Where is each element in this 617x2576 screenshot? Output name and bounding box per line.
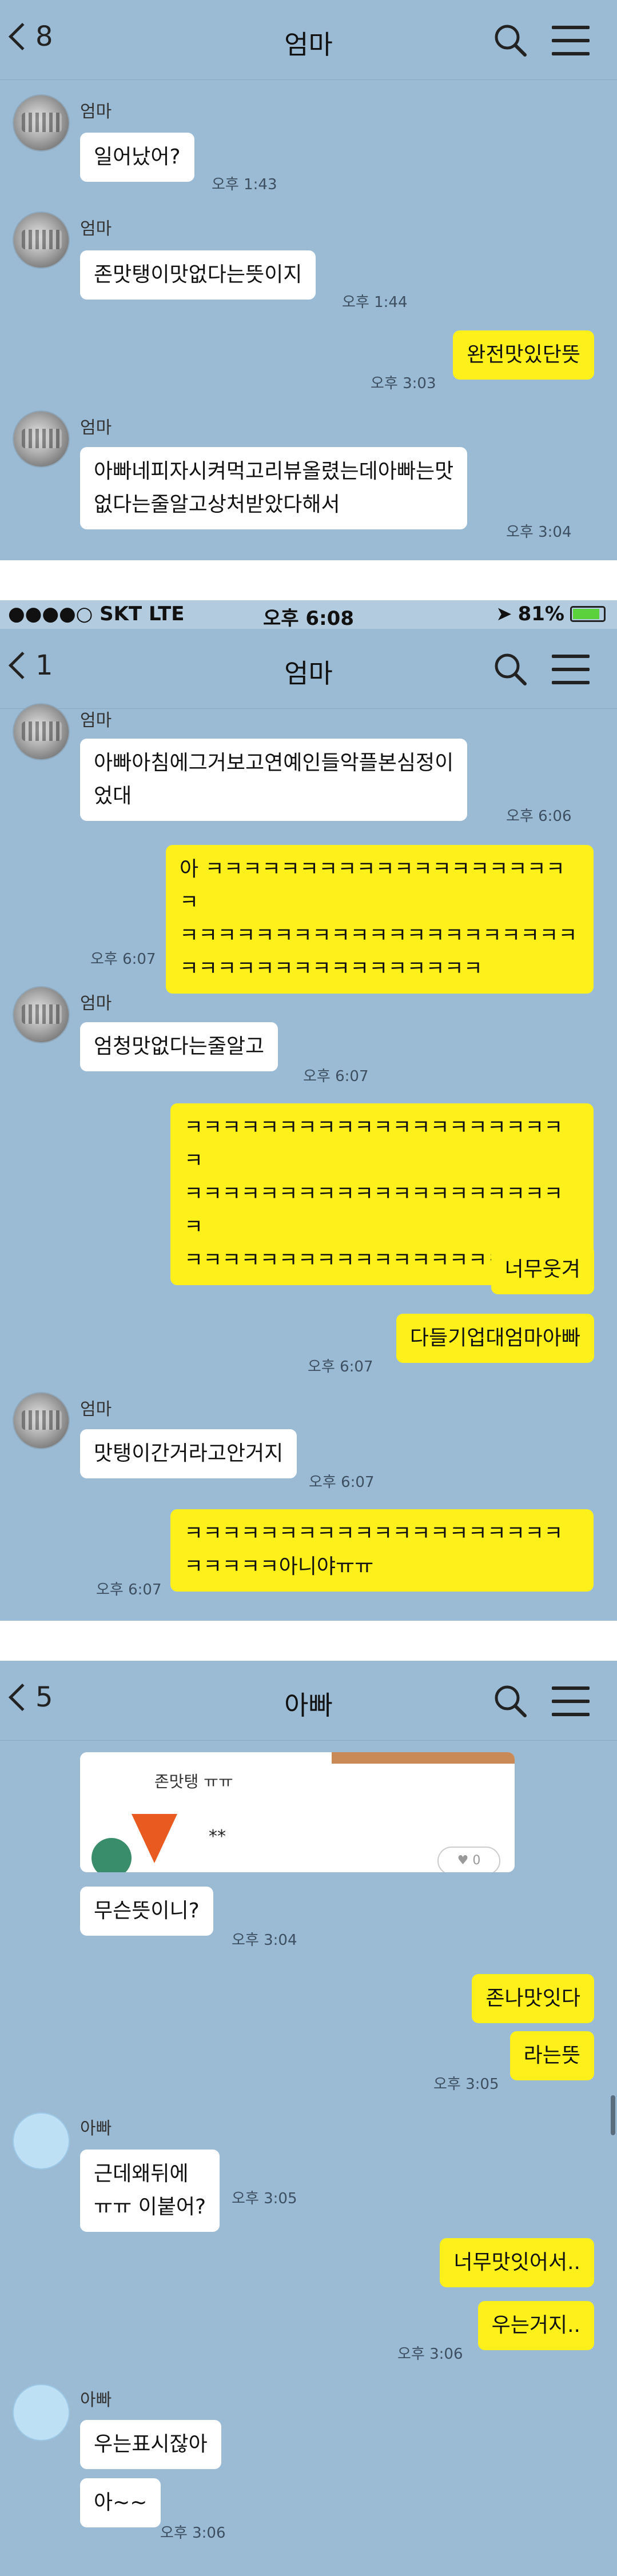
menu-icon[interactable] [552, 26, 590, 58]
search-icon[interactable] [493, 1684, 527, 1718]
incoming-message[interactable]: 아빠네피자시켜먹고리뷰올렸는데아빠는맛 없다는줄알고상처받았다해서 [80, 447, 468, 529]
sender-name: 엄마 [80, 219, 112, 239]
message-time: 오후 3:05 [433, 2076, 499, 2093]
status-bar: ●●●●○ SKT LTE 오후 6:08 ➤ 81% [0, 600, 617, 630]
battery-percent: 81% [518, 603, 564, 625]
search-icon[interactable] [493, 23, 527, 57]
sender-name: 아빠 [80, 2119, 112, 2139]
message-time: 오후 6:07 [308, 1358, 373, 1375]
chat-header: 5 아빠 [0, 1661, 617, 1741]
incoming-message[interactable]: 근데왜뒤에 ㅠㅠ 이붙어? [80, 2150, 220, 2232]
incoming-message[interactable]: 무슨뜻이니? [80, 1887, 213, 1936]
outgoing-message[interactable]: 완전맛있단뜻 [453, 330, 594, 380]
avatar[interactable] [13, 703, 70, 760]
outgoing-message[interactable]: 존나맛잇다 [472, 1974, 594, 2023]
message-time: 오후 3:04 [232, 1932, 297, 1949]
avatar[interactable] [13, 212, 70, 269]
chat-screen-dad: 5 아빠 존맛탱 ㅠㅠ ** ♥ 0 무슨뜻이니? 오후 3:04 존나맛잇다 … [0, 1661, 617, 2576]
message-time: 오후 1:44 [342, 294, 408, 311]
message-time: 오후 3:06 [397, 2346, 463, 2363]
outgoing-message[interactable]: 다들기업대엄마아빠 [396, 1314, 594, 1363]
outgoing-message[interactable]: 너무웃겨 [491, 1245, 594, 1294]
incoming-message[interactable]: 엄청맛없다는줄알고 [80, 1022, 278, 1071]
review-stars: ** [209, 1827, 226, 1847]
incoming-message[interactable]: 맛탱이간거라고안거지 [80, 1429, 297, 1478]
avatar[interactable] [13, 94, 70, 151]
avatar[interactable] [13, 1392, 70, 1449]
incoming-message[interactable]: 우는표시잖아 [80, 2420, 221, 2469]
incoming-message[interactable]: 아빠아침에그거보고연예인들악플본심정이 었대 [80, 739, 468, 821]
incoming-message[interactable]: 아~~ [80, 2478, 161, 2527]
menu-icon[interactable] [552, 655, 590, 687]
chat-header: 8 엄마 [0, 0, 617, 80]
sender-name: 엄마 [80, 418, 112, 438]
scrollbar[interactable] [611, 2095, 615, 2135]
outgoing-message[interactable]: 라는뜻 [509, 2031, 594, 2080]
battery-status: ➤ 81% [496, 603, 606, 625]
reviewer-avatar [91, 1838, 132, 1872]
location-icon: ➤ [496, 603, 512, 625]
avatar[interactable] [13, 986, 70, 1043]
message-time: 오후 3:05 [232, 2190, 297, 2207]
message-time: 오후 1:43 [212, 176, 277, 193]
sender-name: 엄마 [80, 1399, 112, 1419]
pizza-photo-strip [332, 1752, 515, 1764]
incoming-message[interactable]: 존맛탱이맛없다는뜻이지 [80, 250, 316, 300]
battery-icon [570, 606, 606, 622]
message-time: 오후 3:03 [371, 375, 436, 392]
avatar[interactable] [13, 2384, 70, 2441]
sender-name: 엄마 [80, 994, 112, 1014]
outgoing-message[interactable]: ㅋㅋㅋㅋㅋㅋㅋㅋㅋㅋㅋㅋㅋㅋㅋㅋㅋㅋㅋㅋ ㅋㅋㅋㅋㅋ아니야ㅠㅠ [170, 1509, 594, 1592]
message-time: 오후 6:06 [506, 808, 572, 825]
outgoing-message[interactable]: 우는거지.. [477, 2301, 594, 2350]
message-time: 오후 6:07 [303, 1068, 369, 1085]
pizza-icon [132, 1814, 177, 1863]
chat-header: 1 엄마 [0, 629, 617, 709]
like-count: 0 [472, 1853, 481, 1868]
incoming-message[interactable]: 일어났어? [80, 133, 194, 182]
message-time: 오후 3:04 [506, 524, 572, 541]
outgoing-message[interactable]: 아 ㅋㅋㅋㅋㅋㅋㅋㅋㅋㅋㅋㅋㅋㅋㅋㅋㅋㅋㅋㅋ ㅋㅋㅋㅋㅋㅋㅋㅋㅋㅋㅋㅋㅋㅋㅋㅋㅋ… [166, 845, 594, 994]
chat-screen-mom-1: 8 엄마 엄마 일어났어? 오후 1:43 엄마 존맛탱이맛없다는뜻이지 오후 … [0, 0, 617, 560]
message-time: 오후 6:07 [309, 1474, 375, 1491]
message-time: 오후 3:06 [160, 2525, 226, 2542]
shared-review-image[interactable]: 존맛탱 ㅠㅠ ** ♥ 0 [80, 1752, 515, 1872]
chat-screen-mom-2: ●●●●○ SKT LTE 오후 6:08 ➤ 81% 1 엄마 엄마 아빠아침… [0, 600, 617, 1621]
sender-name: 엄마 [80, 102, 112, 122]
message-time: 오후 6:07 [96, 1581, 162, 1598]
sender-name: 아빠 [80, 2390, 112, 2410]
menu-icon[interactable] [552, 1686, 590, 1718]
message-time: 오후 6:07 [90, 951, 156, 968]
review-caption: 존맛탱 ㅠㅠ [154, 1772, 233, 1791]
like-button[interactable]: ♥ 0 [437, 1847, 500, 1872]
avatar[interactable] [13, 410, 70, 468]
search-icon[interactable] [493, 652, 527, 686]
outgoing-message[interactable]: 너무맛잇어서.. [440, 2238, 594, 2287]
sender-name: 엄마 [80, 711, 112, 731]
avatar[interactable] [13, 2112, 70, 2170]
